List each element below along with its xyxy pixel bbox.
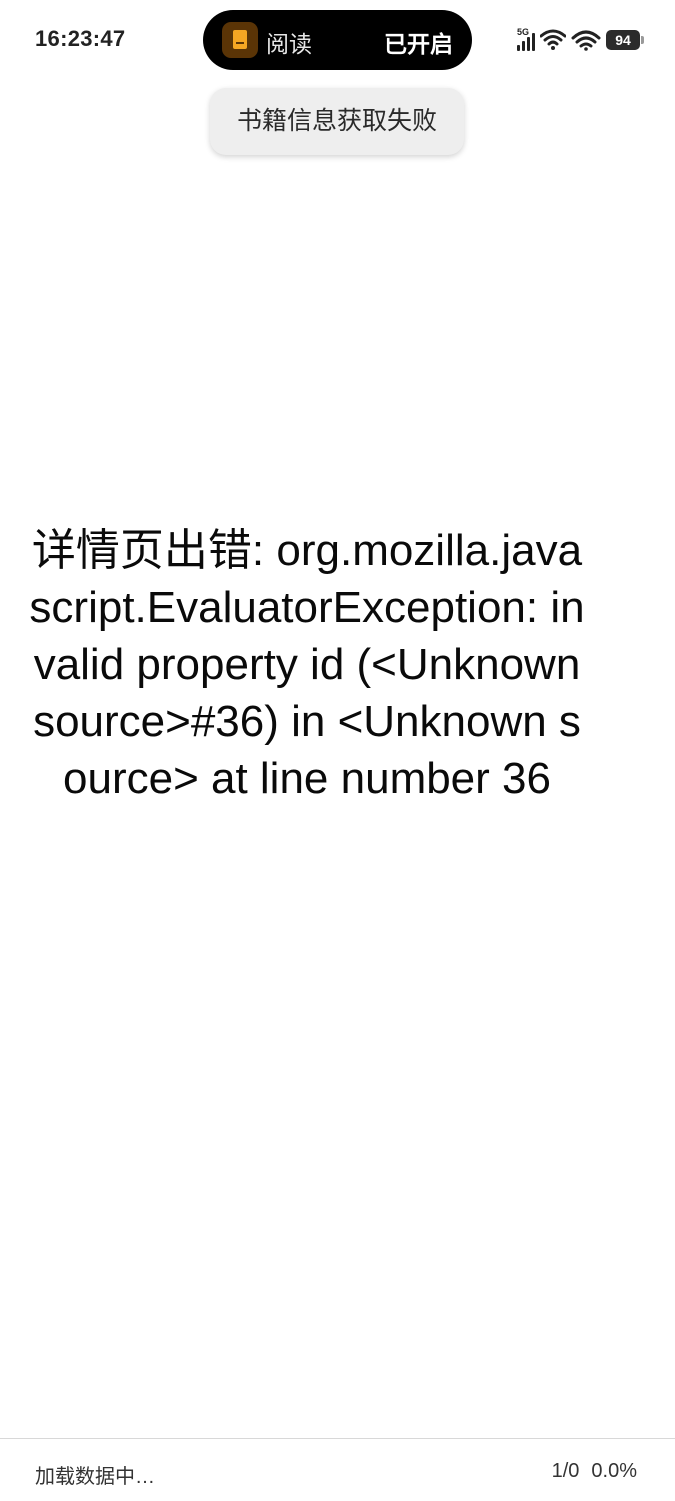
island-status: 已开启 [384,31,453,57]
wifi-icon [540,29,566,50]
reader-footer: 加载数据中… 1/0 0.0% [0,1438,675,1501]
hotspot-wifi-icon [571,30,601,51]
battery-icon: 94 [606,30,644,50]
toast-message: 书籍信息获取失败 [210,88,464,155]
loading-status: 加载数据中… [35,1466,155,1488]
signal-icon: 5G [517,27,535,51]
status-icons: 5G 94 [517,27,644,52]
progress-percent: 0.0% [591,1460,637,1482]
book-icon [222,22,258,58]
reading-progress: 1/0 0.0% [552,1460,637,1483]
error-message: 详情页出错: org.mozilla.javascript.EvaluatorE… [29,526,593,803]
network-type: 5G [517,27,530,37]
dynamic-island[interactable]: 阅读 已开启 [203,10,472,70]
island-app-name: 阅读 [266,31,312,57]
status-time: 16:23:47 [35,26,126,51]
page-indicator: 1/0 [551,1460,580,1482]
status-bar: 16:23:47 阅读 已开启 5G 94 [0,0,675,80]
